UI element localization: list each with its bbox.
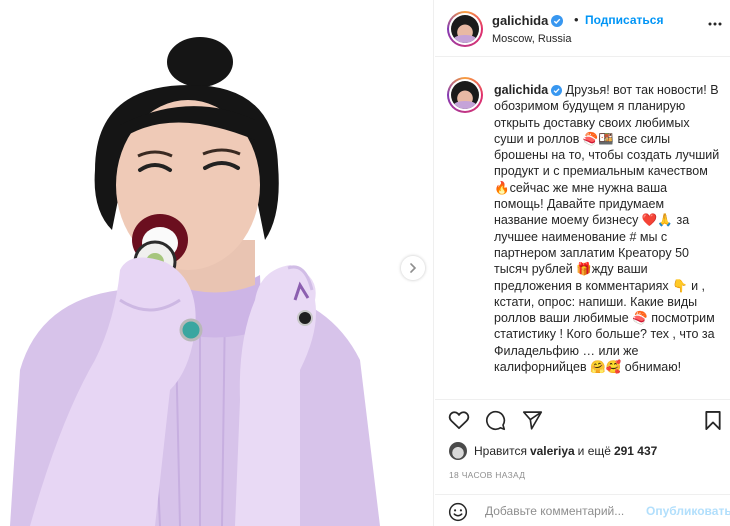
photo-woman-eating-sushi bbox=[0, 0, 433, 526]
verified-badge-icon bbox=[551, 85, 563, 96]
liker-avatar[interactable] bbox=[449, 442, 467, 460]
next-photo-button[interactable] bbox=[401, 256, 425, 280]
post-header: galichida • Подписаться Moscow, Russia bbox=[435, 0, 730, 57]
caption-section: galichida Друзья! вот так новости! В обо… bbox=[435, 57, 730, 400]
username-text[interactable]: galichida bbox=[492, 13, 548, 28]
caption-username[interactable]: galichida bbox=[494, 83, 548, 97]
location-link[interactable]: Moscow, Russia bbox=[492, 33, 571, 45]
comment-bar: Опубликовать bbox=[435, 494, 730, 526]
username-link[interactable]: galichida bbox=[492, 13, 564, 28]
likes-count[interactable]: 291 437 bbox=[614, 444, 657, 458]
smile-icon[interactable] bbox=[448, 502, 468, 522]
post-timestamp[interactable]: 18 ЧАСОВ НАЗАД bbox=[449, 470, 525, 480]
post-side-panel: galichida • Подписаться Moscow, Russia g… bbox=[435, 0, 730, 526]
comment-icon[interactable] bbox=[485, 410, 506, 431]
heart-icon[interactable] bbox=[448, 410, 470, 430]
post-actions bbox=[435, 402, 730, 440]
caption-avatar[interactable] bbox=[447, 77, 483, 113]
separator-dot: • bbox=[574, 12, 579, 27]
publish-button[interactable]: Опубликовать bbox=[646, 504, 730, 518]
likes-prefix: Нравится bbox=[474, 444, 527, 458]
comment-input[interactable] bbox=[485, 502, 635, 520]
paper-plane-icon[interactable] bbox=[522, 410, 543, 430]
chevron-right-icon bbox=[410, 263, 417, 273]
caption-text: Друзья! вот так новости! В обозримом буд… bbox=[494, 83, 720, 375]
verified-badge-icon bbox=[551, 15, 564, 27]
likes-suffix: и ещё bbox=[577, 444, 611, 458]
post-image bbox=[0, 0, 434, 526]
bookmark-icon[interactable] bbox=[704, 410, 722, 431]
likes-summary: Нравится valeriya и ещё 291 437 bbox=[449, 441, 660, 461]
liked-by-user[interactable]: valeriya bbox=[530, 444, 575, 458]
avatar[interactable] bbox=[447, 11, 483, 47]
follow-button[interactable]: Подписаться bbox=[585, 13, 663, 27]
caption: galichida Друзья! вот так новости! В обо… bbox=[494, 82, 720, 375]
more-options-icon[interactable] bbox=[708, 22, 722, 26]
